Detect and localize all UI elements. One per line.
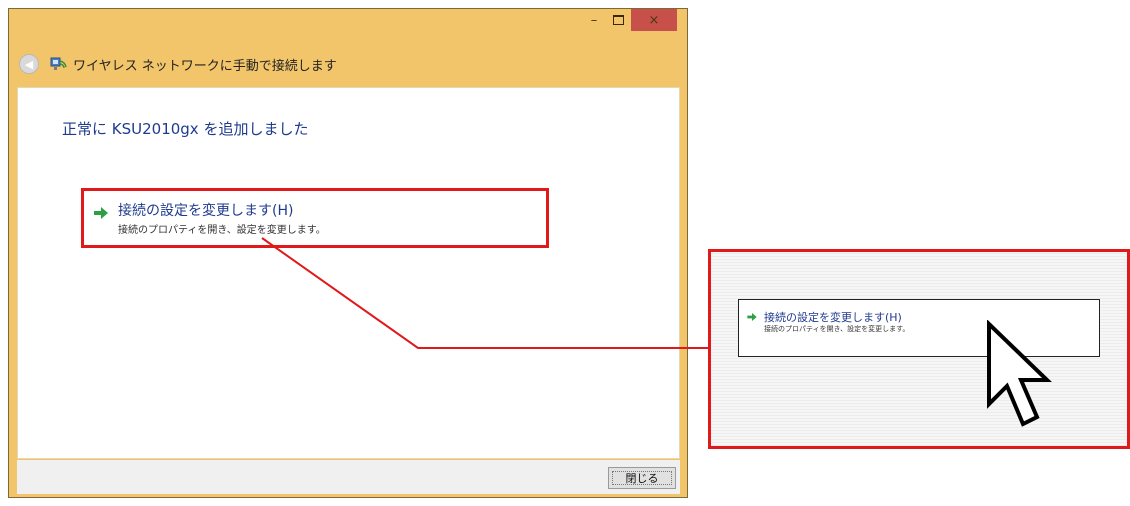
zoom-callout: 接続の設定を変更します(H) 接続のプロパティを開き、設定を変更します。 — [708, 249, 1130, 449]
green-arrow-icon — [747, 313, 757, 321]
zoomed-link-description: 接続のプロパティを開き、設定を変更します。 — [764, 325, 910, 333]
mouse-pointer-icon — [987, 320, 1052, 427]
zoomed-link-title: 接続の設定を変更します(H) — [764, 311, 902, 324]
